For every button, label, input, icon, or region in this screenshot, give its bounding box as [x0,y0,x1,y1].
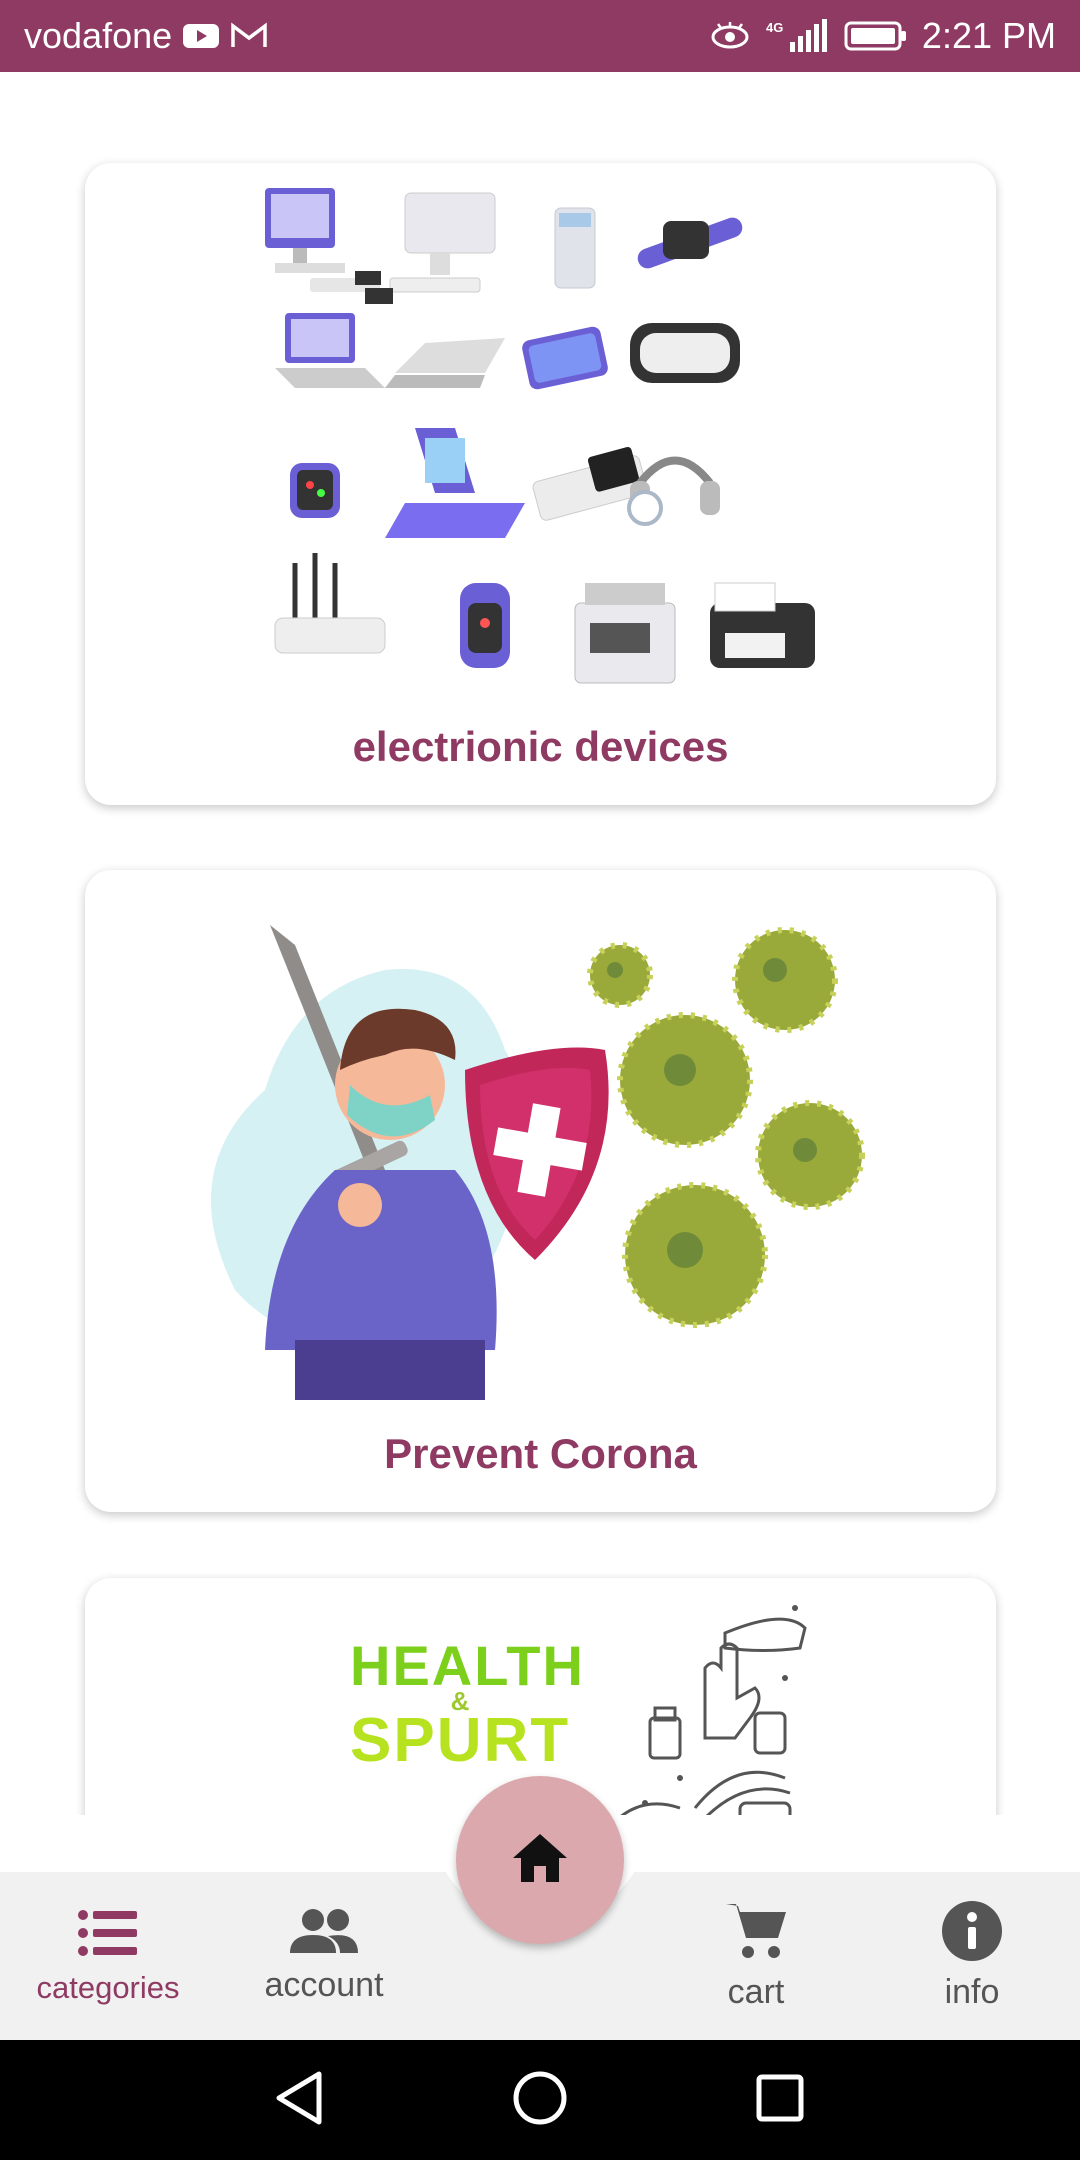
back-icon [275,2070,325,2131]
cart-icon [724,1900,788,1967]
info-icon [941,1900,1003,1967]
nav-label: account [264,1966,384,2004]
category-title: Prevent Corona [384,1430,697,1477]
youtube-icon [182,22,220,50]
recents-button[interactable] [720,2040,840,2160]
nav-account[interactable]: account [216,1872,432,2040]
back-button[interactable] [240,2040,360,2160]
home-icon [511,1832,569,1889]
circle-home-icon [512,2070,568,2131]
battery-icon [844,20,908,52]
home-system-button[interactable] [480,2040,600,2160]
electronic-devices-illustration [85,163,996,703]
network-label: 4G [766,20,783,35]
eye-icon [710,21,750,51]
category-card-prevent-corona[interactable]: Prevent Corona [85,870,996,1512]
nav-label: cart [727,1973,785,2011]
category-card-electronics[interactable]: electrionic devices [85,163,996,805]
nav-label: info [944,1973,1000,2011]
status-bar: vodafone 4G 2:21 PM [0,0,1080,72]
square-recents-icon [755,2073,805,2128]
nav-cart[interactable]: cart [648,1872,864,2040]
gmail-icon [230,22,268,50]
nav-categories[interactable]: categories [0,1872,216,2040]
system-navigation-bar [0,2040,1080,2160]
category-title: electrionic devices [352,723,729,770]
list-icon [77,1907,139,1964]
category-list[interactable]: electrionic devices Prevent Corona HEALT… [0,72,1080,1815]
nav-info[interactable]: info [864,1872,1080,2040]
home-button[interactable] [456,1776,624,1944]
signal-icon: 4G [764,18,830,54]
prevent-corona-illustration [85,870,996,1410]
carrier-label: vodafone [24,15,173,56]
nav-label: categories [36,1969,180,2005]
clock: 2:21 PM [921,15,1056,56]
people-icon [288,1907,360,1960]
